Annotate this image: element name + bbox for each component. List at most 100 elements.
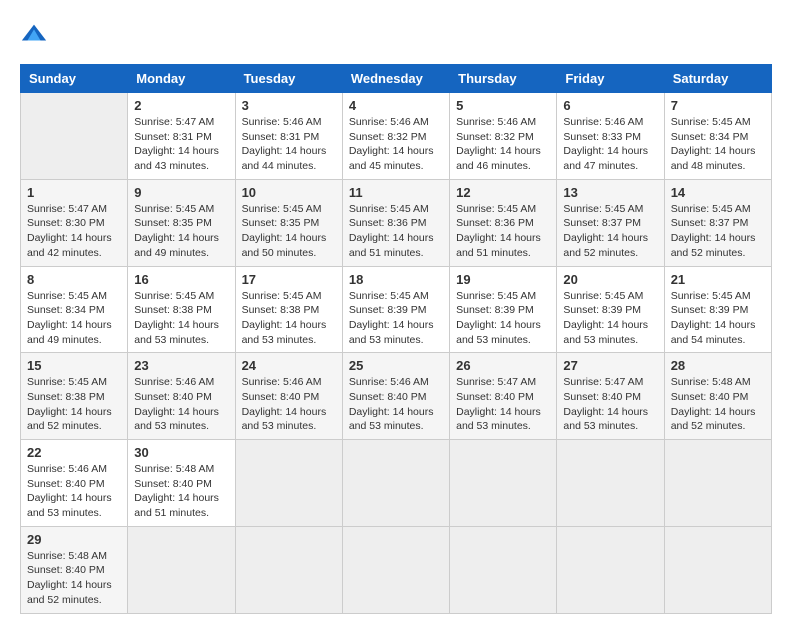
day-info: Sunrise: 5:45 AM Sunset: 8:37 PM Dayligh… <box>563 202 657 261</box>
header-cell-wednesday: Wednesday <box>342 65 449 93</box>
day-info: Sunrise: 5:48 AM Sunset: 8:40 PM Dayligh… <box>671 375 765 434</box>
day-number: 19 <box>456 272 550 287</box>
calendar-week-5: 22Sunrise: 5:46 AM Sunset: 8:40 PM Dayli… <box>21 440 772 527</box>
calendar-cell: 3Sunrise: 5:46 AM Sunset: 8:31 PM Daylig… <box>235 93 342 180</box>
calendar-body: 2 Sunrise: 5:47 AM Sunset: 8:31 PM Daylig… <box>21 93 772 614</box>
calendar-cell: 6Sunrise: 5:46 AM Sunset: 8:33 PM Daylig… <box>557 93 664 180</box>
logo-icon <box>20 20 48 48</box>
day-info: Sunrise: 5:45 AM Sunset: 8:39 PM Dayligh… <box>563 289 657 348</box>
calendar-table: SundayMondayTuesdayWednesdayThursdayFrid… <box>20 64 772 614</box>
calendar-cell: 1Sunrise: 5:47 AM Sunset: 8:30 PM Daylig… <box>21 179 128 266</box>
day-number: 15 <box>27 358 121 373</box>
calendar-cell <box>21 93 128 180</box>
calendar-cell: 7 Sunrise: 5:45 AM Sunset: 8:34 PM Daylig… <box>664 93 771 180</box>
calendar-cell: 21Sunrise: 5:45 AM Sunset: 8:39 PM Dayli… <box>664 266 771 353</box>
calendar-cell: 19 Sunrise: 5:45 AM Sunset: 8:39 PM Dayli… <box>450 266 557 353</box>
day-number: 26 <box>456 358 550 373</box>
day-number: 27 <box>563 358 657 373</box>
day-info: Sunrise: 5:46 AM Sunset: 8:32 PM Dayligh… <box>456 115 550 174</box>
calendar-cell: 17 Sunrise: 5:45 AM Sunset: 8:38 PM Dayli… <box>235 266 342 353</box>
day-info: Sunrise: 5:48 AM Sunset: 8:40 PM Dayligh… <box>134 462 228 521</box>
calendar-week-3: 8Sunrise: 5:45 AM Sunset: 8:34 PM Daylig… <box>21 266 772 353</box>
header-cell-saturday: Saturday <box>664 65 771 93</box>
calendar-cell: 15 Sunrise: 5:45 AM Sunset: 8:38 PM Dayli… <box>21 353 128 440</box>
calendar-cell: 10 Sunrise: 5:45 AM Sunset: 8:35 PM Dayli… <box>235 179 342 266</box>
calendar-cell <box>450 440 557 527</box>
calendar-cell: 28 Sunrise: 5:48 AM Sunset: 8:40 PM Dayli… <box>664 353 771 440</box>
header-cell-tuesday: Tuesday <box>235 65 342 93</box>
header-cell-thursday: Thursday <box>450 65 557 93</box>
calendar-cell: 12Sunrise: 5:45 AM Sunset: 8:36 PM Dayli… <box>450 179 557 266</box>
day-info: Sunrise: 5:45 AM Sunset: 8:38 PM Dayligh… <box>242 289 336 348</box>
calendar-cell: 22Sunrise: 5:46 AM Sunset: 8:40 PM Dayli… <box>21 440 128 527</box>
calendar-cell <box>235 526 342 613</box>
header-cell-friday: Friday <box>557 65 664 93</box>
calendar-cell: 8Sunrise: 5:45 AM Sunset: 8:34 PM Daylig… <box>21 266 128 353</box>
calendar-cell: 26 Sunrise: 5:47 AM Sunset: 8:40 PM Dayli… <box>450 353 557 440</box>
day-number: 24 <box>242 358 336 373</box>
calendar-cell <box>664 440 771 527</box>
day-info: Sunrise: 5:45 AM Sunset: 8:39 PM Dayligh… <box>671 289 765 348</box>
day-number: 29 <box>27 532 121 547</box>
calendar-cell: 27 Sunrise: 5:47 AM Sunset: 8:40 PM Dayli… <box>557 353 664 440</box>
day-info: Sunrise: 5:47 AM Sunset: 8:40 PM Dayligh… <box>563 375 657 434</box>
day-info: Sunrise: 5:46 AM Sunset: 8:32 PM Dayligh… <box>349 115 443 174</box>
day-number: 2 <box>134 98 228 113</box>
day-info: Sunrise: 5:45 AM Sunset: 8:35 PM Dayligh… <box>242 202 336 261</box>
calendar-week-6: 29 Sunrise: 5:48 AM Sunset: 8:40 PM Dayli… <box>21 526 772 613</box>
calendar-cell: 23Sunrise: 5:46 AM Sunset: 8:40 PM Dayli… <box>128 353 235 440</box>
day-info: Sunrise: 5:45 AM Sunset: 8:39 PM Dayligh… <box>349 289 443 348</box>
day-number: 20 <box>563 272 657 287</box>
calendar-header: SundayMondayTuesdayWednesdayThursdayFrid… <box>21 65 772 93</box>
calendar-cell: 2 Sunrise: 5:47 AM Sunset: 8:31 PM Daylig… <box>128 93 235 180</box>
calendar-cell: 29 Sunrise: 5:48 AM Sunset: 8:40 PM Dayli… <box>21 526 128 613</box>
day-number: 4 <box>349 98 443 113</box>
header-cell-monday: Monday <box>128 65 235 93</box>
calendar-cell: 13 Sunrise: 5:45 AM Sunset: 8:37 PM Dayli… <box>557 179 664 266</box>
day-number: 12 <box>456 185 550 200</box>
day-number: 17 <box>242 272 336 287</box>
day-info: Sunrise: 5:45 AM Sunset: 8:39 PM Dayligh… <box>456 289 550 348</box>
day-info: Sunrise: 5:47 AM Sunset: 8:31 PM Dayligh… <box>134 115 228 174</box>
calendar-cell: 18 Sunrise: 5:45 AM Sunset: 8:39 PM Dayli… <box>342 266 449 353</box>
day-info: Sunrise: 5:45 AM Sunset: 8:37 PM Dayligh… <box>671 202 765 261</box>
calendar-cell <box>557 526 664 613</box>
calendar-cell: 24 Sunrise: 5:46 AM Sunset: 8:40 PM Dayli… <box>235 353 342 440</box>
calendar-week-1: 2 Sunrise: 5:47 AM Sunset: 8:31 PM Daylig… <box>21 93 772 180</box>
day-info: Sunrise: 5:47 AM Sunset: 8:40 PM Dayligh… <box>456 375 550 434</box>
page-header <box>20 20 772 48</box>
calendar-week-2: 1Sunrise: 5:47 AM Sunset: 8:30 PM Daylig… <box>21 179 772 266</box>
day-info: Sunrise: 5:47 AM Sunset: 8:30 PM Dayligh… <box>27 202 121 261</box>
day-info: Sunrise: 5:45 AM Sunset: 8:34 PM Dayligh… <box>671 115 765 174</box>
day-info: Sunrise: 5:46 AM Sunset: 8:33 PM Dayligh… <box>563 115 657 174</box>
calendar-cell: 20 Sunrise: 5:45 AM Sunset: 8:39 PM Dayli… <box>557 266 664 353</box>
day-number: 30 <box>134 445 228 460</box>
day-info: Sunrise: 5:45 AM Sunset: 8:38 PM Dayligh… <box>134 289 228 348</box>
day-number: 22 <box>27 445 121 460</box>
calendar-cell <box>450 526 557 613</box>
calendar-cell <box>664 526 771 613</box>
calendar-cell: 25Sunrise: 5:46 AM Sunset: 8:40 PM Dayli… <box>342 353 449 440</box>
day-info: Sunrise: 5:45 AM Sunset: 8:38 PM Dayligh… <box>27 375 121 434</box>
calendar-week-4: 15 Sunrise: 5:45 AM Sunset: 8:38 PM Dayli… <box>21 353 772 440</box>
day-number: 10 <box>242 185 336 200</box>
day-info: Sunrise: 5:46 AM Sunset: 8:31 PM Dayligh… <box>242 115 336 174</box>
day-number: 28 <box>671 358 765 373</box>
day-info: Sunrise: 5:48 AM Sunset: 8:40 PM Dayligh… <box>27 549 121 608</box>
day-number: 8 <box>27 272 121 287</box>
day-info: Sunrise: 5:45 AM Sunset: 8:36 PM Dayligh… <box>349 202 443 261</box>
day-number: 7 <box>671 98 765 113</box>
day-number: 18 <box>349 272 443 287</box>
calendar-cell: 14Sunrise: 5:45 AM Sunset: 8:37 PM Dayli… <box>664 179 771 266</box>
day-number: 16 <box>134 272 228 287</box>
day-number: 11 <box>349 185 443 200</box>
day-number: 9 <box>134 185 228 200</box>
day-number: 13 <box>563 185 657 200</box>
day-info: Sunrise: 5:45 AM Sunset: 8:35 PM Dayligh… <box>134 202 228 261</box>
calendar-cell <box>342 440 449 527</box>
calendar-cell: 30 Sunrise: 5:48 AM Sunset: 8:40 PM Dayli… <box>128 440 235 527</box>
calendar-cell <box>235 440 342 527</box>
day-info: Sunrise: 5:46 AM Sunset: 8:40 PM Dayligh… <box>242 375 336 434</box>
calendar-cell <box>342 526 449 613</box>
calendar-cell: 4 Sunrise: 5:46 AM Sunset: 8:32 PM Daylig… <box>342 93 449 180</box>
